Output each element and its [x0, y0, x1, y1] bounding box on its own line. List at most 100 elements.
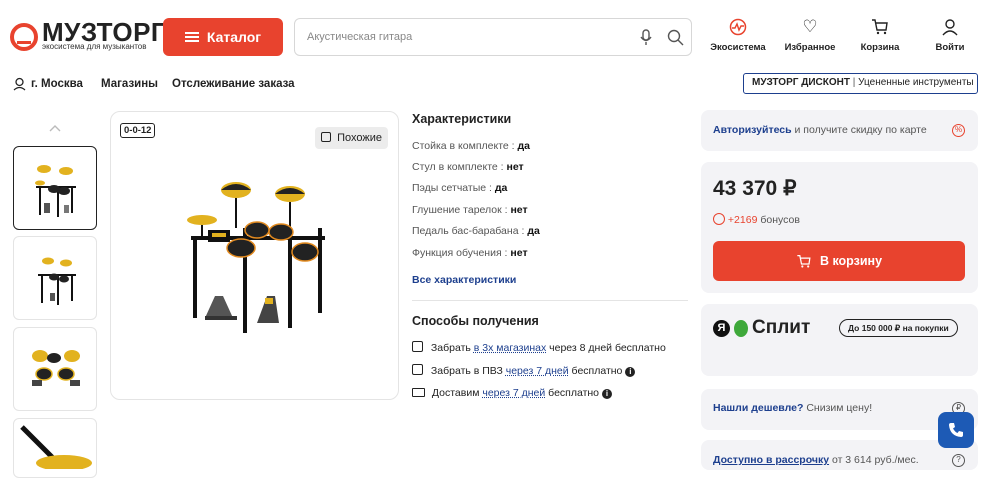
thumbnail-2[interactable] [13, 236, 97, 320]
characteristic-row: Стул в комплекте : нет [412, 161, 524, 173]
split-limit-badge[interactable]: До 150 000 ₽ на покупки [839, 319, 958, 337]
catalog-button[interactable]: Каталог [163, 18, 283, 56]
catalog-label: Каталог [206, 29, 262, 45]
header-cart[interactable]: Корзина [850, 18, 910, 53]
similar-button[interactable]: Похожие [315, 127, 388, 149]
header-ecosystem-label: Экосистема [710, 42, 766, 53]
cart-icon [870, 18, 890, 36]
search-input[interactable]: Акустическая гитара [294, 18, 692, 56]
characteristic-name: Пэды сетчатые [412, 182, 487, 194]
thumbnail-3[interactable] [13, 327, 97, 411]
delivery-prefix: Доставим [431, 387, 480, 399]
cheaper-text: Нашли дешевле? Снизим цену! [713, 402, 872, 414]
all-characteristics-link[interactable]: Все характеристики [412, 274, 516, 286]
order-tracking-link[interactable]: Отслеживание заказа [172, 78, 295, 90]
city-selector[interactable]: г. Москва [31, 78, 83, 90]
header-ecosystem[interactable]: Экосистема [708, 18, 768, 53]
bonus-value: +2169 [727, 214, 758, 226]
pvz-link[interactable]: через 7 дней [506, 365, 569, 377]
installment-text: Доступно в рассрочку от 3 614 руб./мес. [713, 454, 919, 466]
pickup-suffix: через 8 дней бесплатно [549, 342, 666, 354]
split-logo: Я Сплит [713, 317, 810, 339]
drum-kit-thumbnail [35, 165, 76, 217]
characteristic-row: Педаль бас-барабана : да [412, 225, 540, 237]
chevron-up-icon[interactable] [49, 124, 61, 132]
pvz-prefix: Забрать в ПВЗ [430, 365, 503, 377]
phone-icon [949, 423, 963, 437]
pickup-stores-link[interactable]: в 3х магазинах [474, 342, 546, 354]
characteristics-title: Характеристики [412, 112, 512, 126]
menu-icon [184, 32, 199, 42]
product-price: 43 370 ₽ [713, 177, 797, 200]
characteristic-value: да [494, 182, 508, 194]
drum-kit-thumbnail [32, 350, 80, 386]
logo-icon[interactable] [10, 23, 38, 51]
drum-kit-thumbnail [38, 257, 76, 305]
installment-link[interactable]: Доступно в рассрочку [713, 454, 829, 466]
characteristic-value: да [517, 140, 531, 152]
characteristic-name: Глушение тарелок [412, 204, 502, 216]
discount-brand: МУЗТОРГ ДИСКОНТ [752, 77, 850, 88]
user-icon [940, 18, 960, 36]
thumbnail-4[interactable] [13, 418, 97, 478]
add-to-cart-label: В корзину [819, 254, 883, 268]
characteristic-row: Глушение тарелок : нет [412, 204, 528, 216]
help-icon: ? [952, 454, 965, 467]
add-to-cart-button[interactable]: В корзину [713, 241, 965, 281]
characteristic-value: нет [506, 161, 524, 173]
info-icon[interactable]: i [625, 367, 636, 377]
pvz-suffix: бесплатно [571, 365, 623, 377]
cheaper-label: Снизим цену! [806, 402, 873, 414]
auth-link[interactable]: Авторизуйтесь [713, 124, 792, 136]
call-button[interactable] [938, 412, 974, 448]
age-rating-badge: 0-0-12 [120, 123, 156, 138]
characteristic-row: Стойка в комплекте : да [412, 140, 531, 152]
characteristic-value: нет [510, 247, 528, 259]
characteristic-name: Педаль бас-барабана [412, 225, 519, 237]
percent-icon: % [952, 124, 965, 137]
pickup-prefix: Забрать [430, 342, 471, 354]
discount-subtitle: Уцененные инструменты [858, 77, 974, 88]
search-placeholder: Акустическая гитара [307, 31, 413, 43]
heart-icon: ♡ [802, 17, 818, 36]
auth-discount-text: Авторизуйтесь и получите скидку по карте [713, 124, 927, 136]
characteristic-row: Пэды сетчатые : да [412, 182, 508, 194]
cart-icon [797, 254, 811, 268]
receiving-pickup: Забрать в 3х магазинах через 8 дней бесп… [412, 341, 666, 354]
characteristic-name: Стул в комплекте [412, 161, 498, 173]
characteristic-name: Функция обучения [412, 247, 502, 259]
characteristic-row: Функция обучения : нет [412, 247, 528, 259]
characteristic-name: Стойка в комплекте [412, 140, 509, 152]
delivery-link[interactable]: через 7 дней [482, 387, 545, 399]
receiving-title: Способы получения [412, 314, 539, 328]
thumbnail-1[interactable] [13, 146, 97, 230]
installment-label: от 3 614 руб./мес. [831, 454, 919, 466]
split-card[interactable] [701, 304, 978, 376]
box-icon [412, 364, 423, 375]
section-divider [412, 300, 688, 301]
location-icon [13, 77, 26, 91]
header-favorites-label: Избранное [784, 42, 836, 53]
bonus-icon [713, 213, 725, 225]
drum-kit-image [187, 182, 325, 333]
characteristic-value: да [527, 225, 540, 237]
search-icon[interactable] [667, 29, 684, 46]
microphone-icon[interactable] [640, 29, 652, 46]
header-cart-label: Корзина [860, 42, 900, 53]
info-icon[interactable]: i [601, 389, 612, 399]
receiving-delivery: Доставим через 7 дней бесплатно i [412, 387, 612, 399]
cheaper-link[interactable]: Нашли дешевле? [713, 402, 803, 414]
header-favorites[interactable]: ♡ Избранное [780, 17, 840, 54]
split-icon [734, 319, 748, 337]
header-login-label: Войти [935, 42, 965, 53]
bonus-label: бонусов [760, 214, 800, 226]
auth-text: и получите скидку по карте [794, 124, 927, 136]
stores-link[interactable]: Магазины [101, 78, 158, 90]
yandex-icon: Я [713, 319, 730, 337]
header-login[interactable]: Войти [920, 18, 980, 53]
characteristic-value: нет [510, 204, 528, 216]
bonus-info: +2169 бонусов [713, 213, 800, 226]
discount-banner[interactable]: МУЗТОРГ ДИСКОНТ | Уцененные инструменты [743, 73, 978, 94]
delivery-suffix: бесплатно [548, 387, 600, 399]
similar-icon [321, 132, 331, 142]
